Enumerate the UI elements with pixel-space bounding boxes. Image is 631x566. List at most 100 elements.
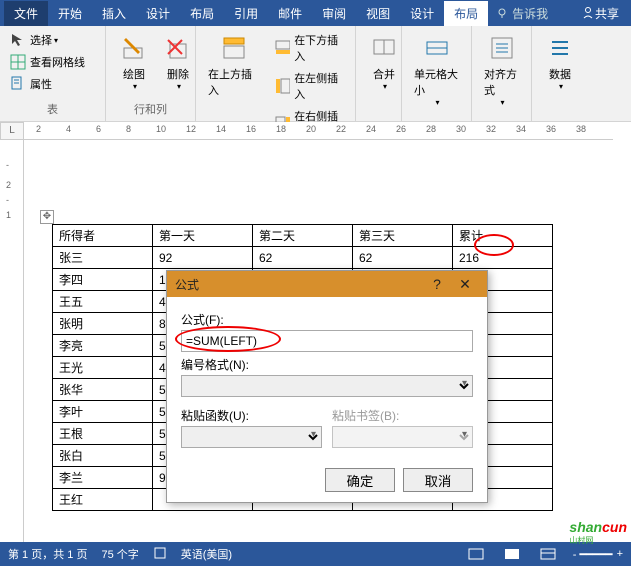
language-status[interactable]: 英语(美国) xyxy=(181,546,232,562)
table-cell[interactable]: 张三 xyxy=(53,247,153,269)
data-button[interactable]: 数据▾ xyxy=(538,30,582,93)
tell-me-label: 告诉我 xyxy=(512,5,548,22)
align-button[interactable]: 对齐方式▾ xyxy=(478,30,525,109)
close-button[interactable]: ✕ xyxy=(451,276,479,293)
table-cell[interactable]: 62 xyxy=(253,247,353,269)
table-header-cell[interactable]: 第一天 xyxy=(153,225,253,247)
insert-below-icon xyxy=(275,40,290,56)
delete-label: 删除 xyxy=(167,66,189,82)
table-cell[interactable]: 张明 xyxy=(53,313,153,335)
tab-table-layout[interactable]: 布局 xyxy=(444,1,488,26)
ruler-tick: 24 xyxy=(366,124,376,134)
properties-label: 属性 xyxy=(30,76,52,92)
group-rowscols-label: 行和列 xyxy=(106,101,195,119)
tab-view[interactable]: 视图 xyxy=(356,1,400,26)
table-cell[interactable]: 张华 xyxy=(53,379,153,401)
table-header-cell[interactable]: 第二天 xyxy=(253,225,353,247)
draw-label: 绘图 xyxy=(123,66,145,82)
insert-below-label: 在下方插入 xyxy=(294,32,345,64)
chevron-down-icon: ▾ xyxy=(435,98,439,107)
zoom-slider[interactable]: - ━━━━━ + xyxy=(573,548,623,561)
insert-above-button[interactable]: 在上方插入 xyxy=(202,30,265,100)
tab-file[interactable]: 文件 xyxy=(4,1,48,26)
insert-above-icon xyxy=(220,34,248,62)
paste-func-select[interactable] xyxy=(181,426,322,448)
insert-below-button[interactable]: 在下方插入 xyxy=(271,30,349,66)
word-count[interactable]: 75 个字 xyxy=(101,546,138,562)
ruler-tick: 12 xyxy=(186,124,196,134)
table-cell[interactable]: 216 xyxy=(453,247,553,269)
ruler-tick: 16 xyxy=(246,124,256,134)
paste-func-label: 粘贴函数(U): xyxy=(181,407,322,424)
vertical-ruler[interactable]: -2-1 xyxy=(0,140,24,542)
tell-me[interactable]: 告诉我 xyxy=(496,5,548,22)
properties-icon xyxy=(10,76,26,92)
watermark-sub: 山村网 xyxy=(569,535,627,546)
insert-left-button[interactable]: 在左侧插入 xyxy=(271,68,349,104)
table-cell[interactable]: 王红 xyxy=(53,489,153,511)
tab-references[interactable]: 引用 xyxy=(224,1,268,26)
tab-home[interactable]: 开始 xyxy=(48,1,92,26)
table-cell[interactable]: 92 xyxy=(153,247,253,269)
tab-table-design[interactable]: 设计 xyxy=(400,1,444,26)
table-cell[interactable]: 62 xyxy=(353,247,453,269)
table-header-cell[interactable]: 所得者 xyxy=(53,225,153,247)
paste-bookmark-select xyxy=(332,426,473,448)
draw-button[interactable]: 绘图▾ xyxy=(112,30,156,93)
table-anchor-icon[interactable]: ✥ xyxy=(40,210,54,224)
formula-input[interactable] xyxy=(181,330,473,352)
tab-review[interactable]: 审阅 xyxy=(312,1,356,26)
data-icon xyxy=(546,34,574,62)
tab-design[interactable]: 设计 xyxy=(136,1,180,26)
table-header-row: 所得者第一天第二天第三天累计 xyxy=(53,225,553,247)
align-label: 对齐方式 xyxy=(484,66,519,98)
table-cell[interactable]: 李兰 xyxy=(53,467,153,489)
ok-button[interactable]: 确定 xyxy=(325,468,395,492)
ruler-tick: 18 xyxy=(276,124,286,134)
print-layout-icon[interactable] xyxy=(501,545,523,563)
table-row: 张三926262216 xyxy=(53,247,553,269)
help-button[interactable]: ? xyxy=(423,276,451,292)
table-cell[interactable]: 李四 xyxy=(53,269,153,291)
table-cell[interactable]: 王光 xyxy=(53,357,153,379)
pencil-icon xyxy=(120,34,148,62)
table-header-cell[interactable]: 第三天 xyxy=(353,225,453,247)
select-button[interactable]: 选择▾ xyxy=(6,30,89,50)
cell-size-button[interactable]: 单元格大小▾ xyxy=(408,30,465,109)
tab-layout[interactable]: 布局 xyxy=(180,1,224,26)
table-cell[interactable]: 李叶 xyxy=(53,401,153,423)
page-status[interactable]: 第 1 页，共 1 页 xyxy=(8,546,87,562)
view-gridlines-button[interactable]: 查看网格线 xyxy=(6,52,89,72)
tab-insert[interactable]: 插入 xyxy=(92,1,136,26)
formula-dialog: 公式 ? ✕ 公式(F): 编号格式(N): 粘贴函数(U): 粘贴书签(B):… xyxy=(166,270,488,503)
gridlines-label: 查看网格线 xyxy=(30,54,85,70)
ruler-tick: 28 xyxy=(426,124,436,134)
cell-size-label: 单元格大小 xyxy=(414,66,459,98)
ribbon: 选择▾ 查看网格线 属性 表 绘图▾ 删除▾ 行和列 在上方插入 在下方插入 在… xyxy=(0,26,631,122)
read-mode-icon[interactable] xyxy=(465,545,487,563)
tab-mailings[interactable]: 邮件 xyxy=(268,1,312,26)
table-cell[interactable]: 王五 xyxy=(53,291,153,313)
ruler-tick: 32 xyxy=(486,124,496,134)
table-cell[interactable]: 张白 xyxy=(53,445,153,467)
spellcheck-icon[interactable] xyxy=(153,546,167,563)
merge-icon xyxy=(370,34,398,62)
merge-button[interactable]: 合并▾ xyxy=(362,30,406,93)
delete-button[interactable]: 删除▾ xyxy=(156,30,200,93)
web-layout-icon[interactable] xyxy=(537,545,559,563)
ruler-tick: 8 xyxy=(126,124,131,134)
paste-bookmark-label: 粘贴书签(B): xyxy=(332,407,473,424)
properties-button[interactable]: 属性 xyxy=(6,74,89,94)
table-cell[interactable]: 王根 xyxy=(53,423,153,445)
merge-label: 合并 xyxy=(373,66,395,82)
horizontal-ruler[interactable]: 2468101214161820222426283032343638 xyxy=(24,122,613,140)
dialog-titlebar[interactable]: 公式 ? ✕ xyxy=(167,271,487,297)
format-select[interactable] xyxy=(181,375,473,397)
cell-size-icon xyxy=(423,34,451,62)
table-header-cell[interactable]: 累计 xyxy=(453,225,553,247)
share-button[interactable]: 共享 xyxy=(573,5,627,22)
table-cell[interactable]: 李亮 xyxy=(53,335,153,357)
zoom-plus[interactable]: + xyxy=(617,548,623,560)
cancel-button[interactable]: 取消 xyxy=(403,468,473,492)
ruler-tick: 20 xyxy=(306,124,316,134)
